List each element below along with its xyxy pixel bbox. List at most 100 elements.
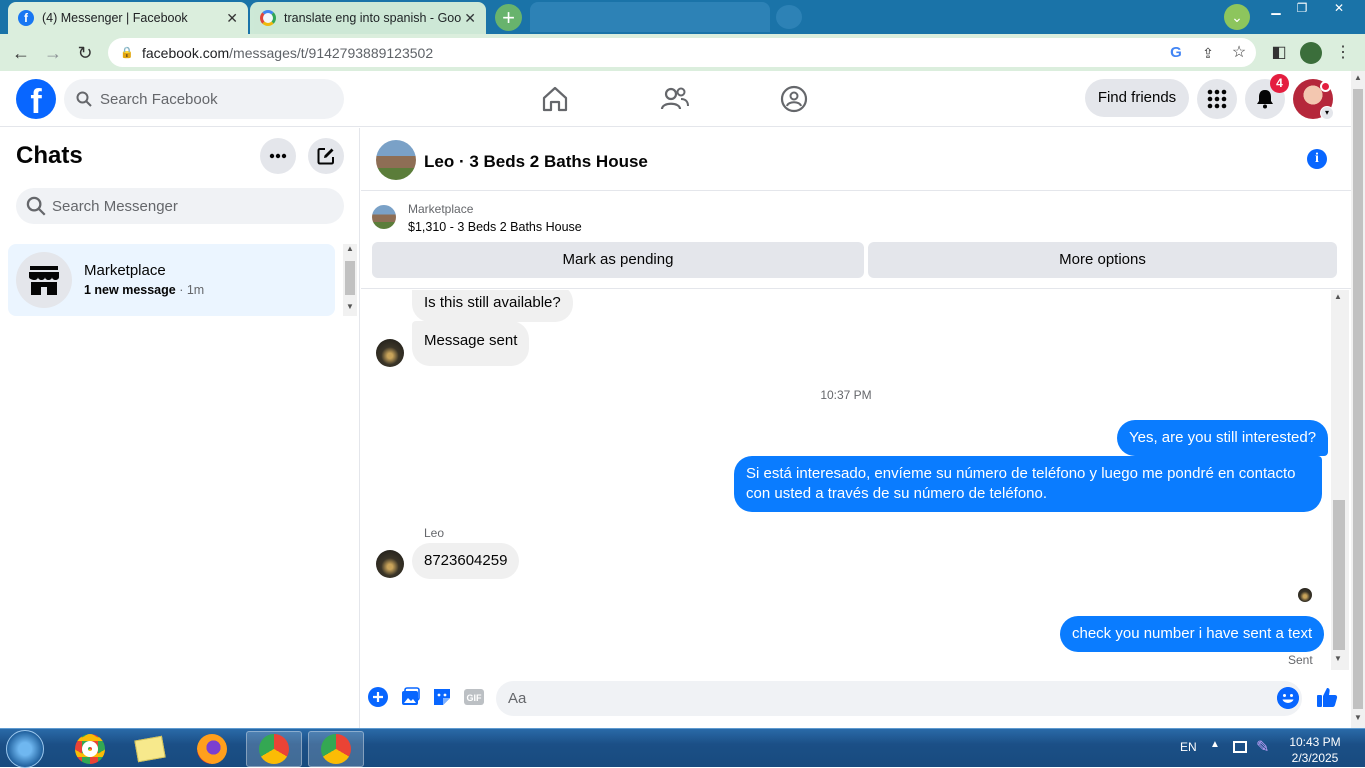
reload-icon[interactable]: ↻	[72, 40, 98, 66]
message-bubble[interactable]: 8723604259	[412, 543, 520, 579]
page-scrollbar[interactable]: ▲ ▼	[1351, 71, 1365, 728]
language-indicator[interactable]: EN	[1180, 740, 1197, 754]
conversation-title[interactable]: Leo · 3 Beds 2 Baths House	[424, 152, 648, 172]
side-panel-icon[interactable]: ◧	[1266, 40, 1292, 66]
message-bubble[interactable]: Is this still available?	[412, 290, 573, 322]
message-thread: Is this still available? Message sent 10…	[361, 290, 1331, 670]
info-icon[interactable]: i	[1307, 149, 1327, 169]
emoji-icon[interactable]	[1277, 687, 1299, 709]
scroll-thumb[interactable]	[345, 261, 355, 295]
find-friends-button[interactable]: Find friends	[1085, 79, 1189, 117]
scroll-thumb[interactable]	[1353, 89, 1363, 709]
image-icon[interactable]	[399, 686, 421, 708]
scroll-down-icon[interactable]: ▼	[343, 302, 357, 311]
start-button[interactable]	[6, 730, 44, 768]
scroll-up-icon[interactable]: ▲	[1331, 292, 1345, 301]
thread-scrollbar[interactable]: ▲ ▼	[1331, 290, 1349, 670]
message-bubble[interactable]: Yes, are you still interested?	[1117, 420, 1329, 456]
taskbar-chrome[interactable]	[62, 731, 118, 767]
chat-list-item[interactable]: Marketplace 1 new message · 1m	[8, 244, 335, 316]
taskbar-firefox[interactable]	[184, 731, 240, 767]
like-icon[interactable]	[1316, 686, 1338, 708]
network-icon[interactable]	[1233, 741, 1247, 753]
conversation-header: Leo · 3 Beds 2 Baths House i	[361, 128, 1351, 191]
avatar[interactable]	[376, 339, 404, 367]
messenger-search-input[interactable]: Search Messenger	[16, 188, 344, 224]
taskbar-chrome-window[interactable]	[246, 731, 302, 767]
close-window-button[interactable]: ✕	[1318, 0, 1360, 18]
scroll-down-icon[interactable]: ▼	[1331, 654, 1345, 663]
google-lens-icon[interactable]: G	[1163, 40, 1189, 66]
blurred-tab[interactable]	[776, 5, 802, 29]
mark-as-pending-button[interactable]: Mark as pending	[372, 242, 864, 278]
message-input[interactable]: Aa	[496, 681, 1302, 716]
message-timestamp: 10:37 PM	[820, 388, 872, 402]
tab-translate[interactable]: translate eng into spanish - Goo ✕	[250, 2, 486, 34]
scroll-thumb[interactable]	[1333, 500, 1345, 650]
message-bubble[interactable]: check you number i have sent a text	[1060, 616, 1325, 652]
scroll-up-icon[interactable]: ▲	[343, 244, 357, 253]
message-bubble[interactable]: Si está interesado, envíeme su número de…	[734, 456, 1322, 512]
back-icon[interactable]: ←	[8, 40, 34, 66]
search-placeholder: Search Messenger	[52, 197, 178, 215]
tab-messenger[interactable]: f (4) Messenger | Facebook ✕	[8, 2, 248, 34]
chats-title: Chats	[16, 142, 83, 169]
home-icon[interactable]	[539, 83, 571, 115]
sidebar-scrollbar[interactable]: ▲ ▼	[343, 244, 357, 316]
share-icon[interactable]: ⇪	[1195, 40, 1221, 66]
tab-search-icon[interactable]: ⌄	[1224, 4, 1250, 30]
listing-category: Marketplace	[408, 202, 474, 216]
taskbar-notes[interactable]	[122, 731, 178, 767]
listing-avatar[interactable]	[376, 140, 416, 180]
tab-title: (4) Messenger | Facebook	[42, 11, 188, 25]
listing-description[interactable]: $1,310 - 3 Beds 2 Baths House	[408, 220, 582, 234]
profile-icon[interactable]	[1298, 40, 1324, 66]
close-icon[interactable]: ✕	[464, 10, 476, 27]
listing-thumbnail[interactable]	[372, 205, 396, 229]
show-hidden-icons-icon[interactable]: ▲	[1210, 739, 1220, 750]
more-options-button[interactable]: More options	[868, 242, 1337, 278]
friends-icon[interactable]	[659, 83, 691, 115]
more-icon	[269, 153, 287, 159]
close-icon[interactable]: ✕	[226, 10, 238, 27]
plus-icon[interactable]	[367, 686, 389, 708]
message-status: Sent	[1288, 653, 1313, 667]
sticky-notes-icon	[134, 735, 166, 763]
chevron-down-icon[interactable]: ▾	[1320, 106, 1334, 120]
blurred-tab[interactable]	[530, 2, 770, 32]
avatar[interactable]	[376, 550, 404, 578]
marketplace-listing-panel: Marketplace $1,310 - 3 Beds 2 Baths Hous…	[361, 191, 1351, 289]
taskbar-chrome-window[interactable]	[308, 731, 364, 767]
facebook-header: f Search Facebook Find friends 4 ▾	[0, 71, 1351, 127]
bookmark-star-icon[interactable]: ☆	[1226, 40, 1252, 66]
menu-grid-icon	[1207, 89, 1227, 109]
chrome-icon	[321, 734, 351, 764]
facebook-search-input[interactable]: Search Facebook	[64, 79, 344, 119]
url-field[interactable]: 🔒 facebook.com/messages/t/91427938891235…	[108, 38, 1256, 67]
pen-icon[interactable]: ✎	[1256, 737, 1269, 757]
scroll-up-icon[interactable]: ▲	[1351, 73, 1365, 82]
seen-avatar	[1298, 588, 1312, 602]
new-message-button[interactable]	[308, 138, 344, 174]
chrome-icon	[259, 734, 289, 764]
gif-icon[interactable]: GIF	[463, 686, 485, 708]
menu-grid-button[interactable]	[1197, 79, 1237, 119]
maximize-button[interactable]: ❐	[1288, 0, 1316, 18]
notification-badge: 4	[1270, 74, 1289, 93]
facebook-logo-icon[interactable]: f	[16, 79, 56, 119]
chats-sidebar: Chats Search Messenger Marketplace 1 new…	[0, 128, 360, 728]
scroll-down-icon[interactable]: ▼	[1351, 713, 1365, 722]
address-bar-row: ← → ↻ 🔒 facebook.com/messages/t/91427938…	[0, 34, 1365, 71]
clock-time: 10:43 PM	[1289, 735, 1341, 749]
groups-icon[interactable]	[778, 83, 810, 115]
chrome-menu-icon[interactable]: ⋮	[1330, 40, 1356, 66]
system-clock[interactable]: 10:43 PM 2/3/2025	[1280, 734, 1350, 766]
google-icon	[260, 10, 276, 26]
forward-icon[interactable]: →	[40, 40, 66, 66]
status-dot	[1320, 81, 1331, 92]
minimize-button[interactable]: ▁	[1262, 0, 1290, 18]
new-tab-button[interactable]: +	[495, 4, 522, 31]
sticker-icon[interactable]	[431, 686, 453, 708]
options-button[interactable]	[260, 138, 296, 174]
message-bubble[interactable]: Message sent	[412, 321, 530, 366]
